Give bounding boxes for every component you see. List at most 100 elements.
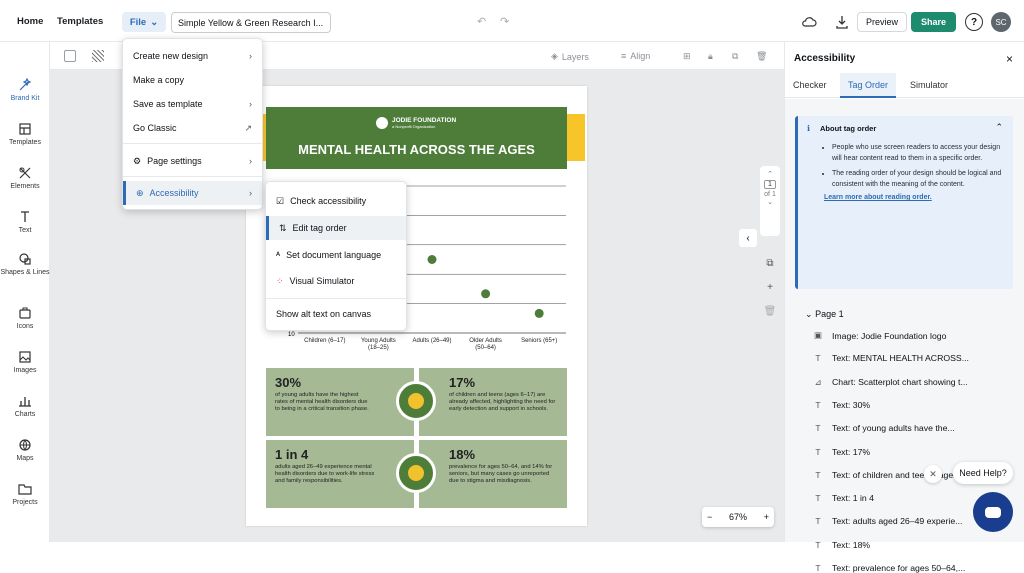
menu-item-save-as-template[interactable]: Save as template › (123, 92, 262, 116)
tag-item[interactable]: T Text: 30% (812, 400, 870, 410)
tag-label: Text: 30% (832, 399, 871, 410)
text-icon: T (815, 516, 821, 527)
sidebar-item-text[interactable]: Text (0, 210, 50, 235)
tag-item[interactable]: T Text: MENTAL HEALTH ACROSS... (812, 353, 969, 363)
tag-order-icon: ⇅ (279, 222, 287, 233)
chevron-down-icon[interactable]: ⌄ (760, 198, 780, 206)
menu-item-visual-simulator[interactable]: ⁘ Visual Simulator (266, 269, 406, 293)
duplicate-page-icon[interactable]: ⧉ (760, 252, 780, 276)
tag-item[interactable]: T Text: of young adults have the... (812, 423, 954, 433)
position-icon[interactable]: ⊞ (683, 51, 691, 62)
transparency-icon[interactable] (92, 50, 104, 62)
collapse-panel-icon[interactable]: ‹ (739, 229, 757, 247)
stat-card: 30% of young adults have the highest rate… (266, 368, 414, 436)
home-link[interactable]: Home (17, 16, 43, 27)
share-button[interactable]: Share (911, 12, 956, 32)
align-icon: ≡ (621, 51, 627, 61)
stat-value: 17% (449, 375, 476, 390)
lock-icon[interactable]: 🔒︎ (708, 51, 713, 62)
undo-icon[interactable]: ↶ (477, 15, 486, 28)
menu-label: Go Classic (133, 123, 177, 133)
sidebar-item-shapes[interactable]: Shapes & Lines (0, 252, 50, 277)
sidebar-label: Templates (9, 139, 41, 146)
menu-label: Show alt text on canvas (276, 309, 372, 319)
cloud-sync-icon[interactable] (800, 13, 818, 31)
align-button[interactable]: ≡ Align (621, 51, 650, 61)
stat-value: 1 in 4 (275, 447, 309, 462)
menu-item-set-document-language[interactable]: ᴬ Set document language (266, 243, 406, 267)
menu-label: Accessibility (149, 188, 199, 198)
zoom-in-icon[interactable]: + (764, 512, 769, 522)
sidebar-label: Elements (10, 183, 40, 190)
menu-label: Edit tag order (292, 223, 347, 233)
stat-text: of children and teens (ages 6–17) are al… (449, 392, 556, 412)
chevron-up-icon[interactable]: ⌃ (995, 122, 1003, 133)
menu-label: Visual Simulator (289, 276, 355, 286)
tag-label: Text: MENTAL HEALTH ACROSS... (832, 353, 969, 364)
zoom-level[interactable]: 67% (729, 512, 747, 522)
need-help-bubble[interactable]: Need Help? (953, 462, 1013, 484)
duplicate-icon[interactable]: ⧉ (732, 51, 738, 62)
left-sidebar: Brand Kit Templates Elements Text Shapes… (0, 42, 50, 542)
add-page-icon[interactable]: + (760, 276, 780, 300)
menu-item-edit-tag-order[interactable]: ⇅ Edit tag order (266, 216, 406, 240)
sidebar-item-images[interactable]: Images (0, 350, 50, 375)
page-1-node[interactable]: ⌄ Page 1 (805, 309, 844, 320)
tag-item[interactable]: T Text: 18% (812, 540, 870, 550)
tag-item[interactable]: T Text: 17% (812, 447, 870, 457)
tag-item[interactable]: T Text: prevalence for ages 50–64,... (812, 563, 965, 573)
sidebar-label: Images (13, 367, 37, 374)
preview-button[interactable]: Preview (857, 12, 907, 32)
page-number[interactable]: 1 (764, 180, 776, 189)
tag-item[interactable]: T Text: 1 in 4 (812, 493, 874, 503)
tag-label: Text: 18% (832, 539, 871, 550)
color-swatch[interactable] (64, 50, 76, 62)
language-icon: ᴬ (276, 250, 281, 260)
design-title-input[interactable]: Simple Yellow & Green Research I... (171, 12, 331, 33)
stat-value: 18% (449, 447, 476, 462)
close-icon[interactable]: × (1006, 52, 1013, 66)
file-menu-button[interactable]: File ⌄ (122, 12, 166, 32)
layers-button[interactable]: ◈ Layers (551, 51, 589, 62)
tag-label: Text: of children and teens (ages ... (832, 469, 968, 480)
tab-simulator[interactable]: Simulator (902, 73, 956, 98)
info-title: About tag order (820, 124, 877, 133)
templates-link[interactable]: Templates (57, 16, 103, 27)
tag-item[interactable]: ⊿ Chart: Scatterplot chart showing t... (812, 377, 967, 388)
sidebar-label: Text (18, 227, 32, 234)
delete-page-icon[interactable]: 🗑︎ (760, 300, 780, 324)
redo-icon[interactable]: ↷ (500, 15, 509, 28)
tag-item[interactable]: T Text: of children and teens (ages ... (812, 470, 967, 480)
tag-item[interactable]: ▣ Image: Jodie Foundation logo (812, 330, 946, 341)
sidebar-item-elements[interactable]: Elements (0, 166, 50, 191)
sidebar-item-charts[interactable]: Charts (0, 394, 50, 419)
help-icon[interactable]: ? (965, 13, 983, 31)
trash-icon[interactable]: 🗑︎ (756, 51, 767, 62)
chat-icon[interactable] (973, 492, 1013, 532)
learn-more-link[interactable]: Learn more about reading order. (824, 194, 1005, 201)
tab-checker[interactable]: Checker (785, 73, 835, 98)
menu-item-check-accessibility[interactable]: ☑ Check accessibility (266, 189, 406, 213)
accessibility-icon: ⊕ (136, 187, 144, 198)
x-tick-label: Young Adults (361, 338, 396, 344)
zoom-out-icon[interactable]: − (707, 512, 712, 522)
menu-item-make-copy[interactable]: Make a copy (123, 68, 262, 92)
sidebar-item-brand-kit[interactable]: Brand Kit (0, 78, 50, 103)
sidebar-item-icons[interactable]: Icons (0, 306, 50, 331)
tab-tag-order[interactable]: Tag Order (840, 73, 897, 98)
y-tick-label: 10 (288, 332, 295, 338)
sidebar-item-templates[interactable]: Templates (0, 122, 50, 147)
avatar[interactable]: SC (991, 12, 1011, 32)
menu-item-page-settings[interactable]: ⚙ Page settings › (123, 149, 262, 173)
close-icon[interactable]: ✕ (924, 465, 942, 483)
menu-item-create-new-design[interactable]: Create new design › (123, 44, 262, 68)
sidebar-item-projects[interactable]: Projects (0, 482, 50, 507)
menu-item-show-alt-text[interactable]: Show alt text on canvas (266, 302, 406, 326)
chevron-up-icon[interactable]: ⌃ (760, 170, 780, 178)
menu-item-go-classic[interactable]: Go Classic ↗ (123, 116, 262, 140)
menu-item-accessibility[interactable]: ⊕ Accessibility › (123, 181, 262, 205)
download-icon[interactable] (833, 13, 851, 31)
sidebar-label: Charts (14, 411, 36, 418)
tag-item[interactable]: T Text: adults aged 26–49 experie... (812, 516, 962, 526)
sidebar-item-maps[interactable]: Maps (0, 438, 50, 463)
